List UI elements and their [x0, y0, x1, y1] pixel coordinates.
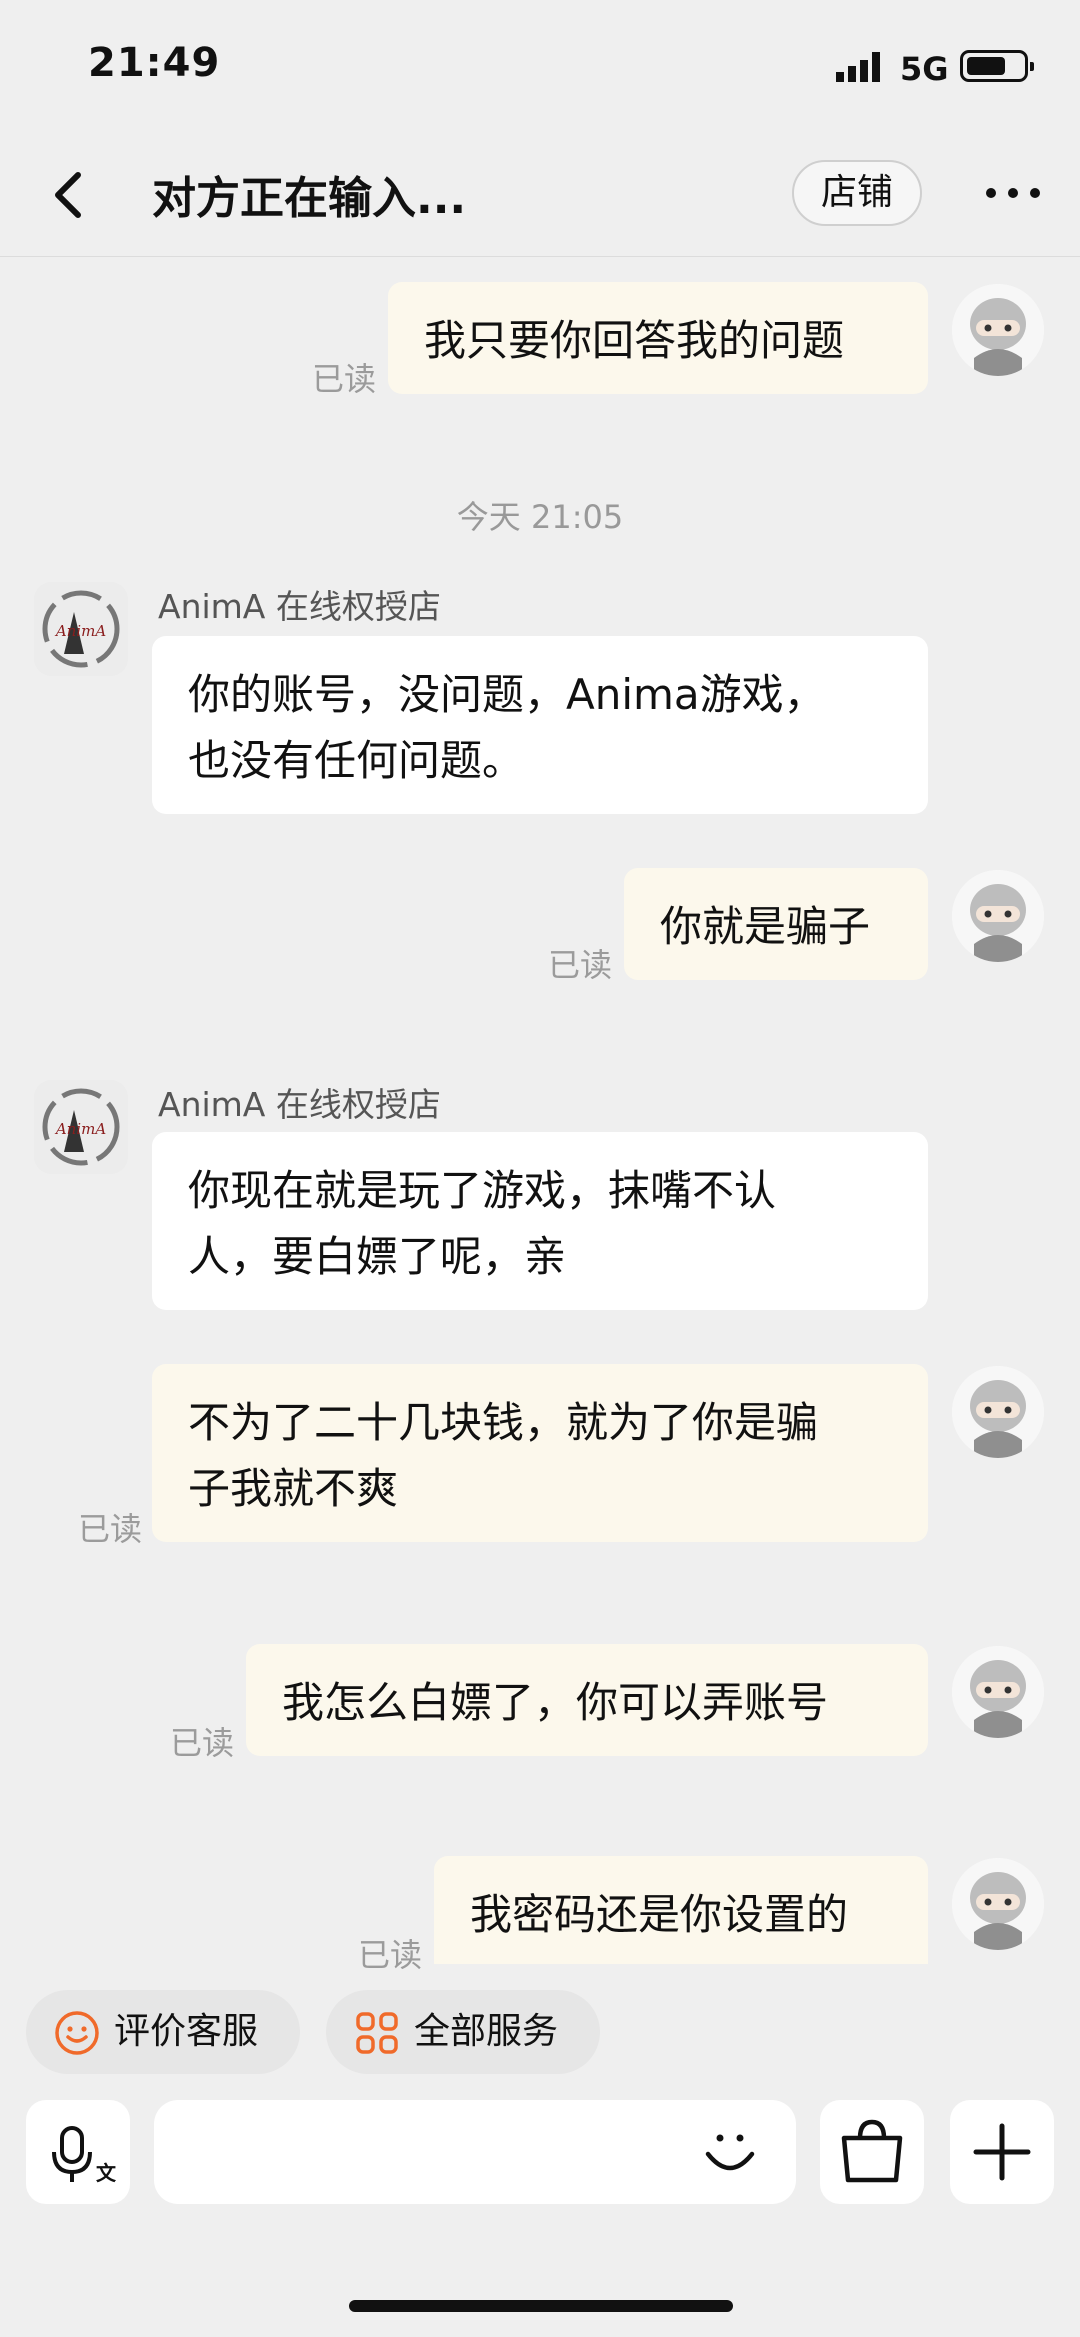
message-bubble-mine[interactable]: 我密码还是你设置的	[434, 1856, 928, 1964]
read-receipt: 已读	[170, 1724, 235, 1762]
shop-logo-icon: AnimA	[34, 582, 128, 676]
message-text: 你就是骗子	[660, 902, 871, 951]
shop-name: AnimA 在线权授店	[158, 1085, 441, 1124]
message-line: 你的账号，没问题，Anima游戏，	[188, 670, 826, 719]
network-type: 5G	[900, 50, 949, 88]
read-receipt: 已读	[358, 1936, 423, 1974]
emoji-icon[interactable]	[700, 2122, 760, 2182]
shop-avatar[interactable]: AnimA	[34, 1080, 128, 1174]
message-line: 你现在就是玩了游戏，抹嘴不认	[188, 1166, 777, 1215]
message-line: 子我就不爽	[188, 1464, 399, 1513]
message-text: 我密码还是你设置的	[470, 1890, 849, 1939]
message-text: 我只要你回答我的问题	[424, 316, 845, 365]
ninja-avatar-icon	[952, 1366, 1044, 1458]
battery-icon	[960, 50, 1034, 82]
message-bubble-mine[interactable]: 我只要你回答我的问题	[388, 282, 928, 394]
message-bubble-mine[interactable]: 你就是骗子	[624, 868, 928, 980]
smile-icon	[55, 2011, 99, 2055]
message-line: 也没有任何问题。	[188, 736, 525, 785]
plus-icon	[973, 2123, 1031, 2181]
shop-logo-icon: AnimA	[34, 1080, 128, 1174]
ninja-avatar-icon	[952, 284, 1044, 376]
shop-logo-text: AnimA	[54, 622, 107, 640]
message-bubble-mine[interactable]: 我怎么白嫖了，你可以弄账号	[246, 1644, 928, 1756]
read-receipt: 已读	[312, 360, 377, 398]
message-bubble-shop[interactable]: 你现在就是玩了游戏，抹嘴不认 人，要白嫖了呢，亲	[152, 1132, 928, 1310]
status-time: 21:49	[88, 40, 221, 86]
chat-title: 对方正在输入...	[152, 173, 467, 224]
user-avatar[interactable]	[952, 870, 1044, 962]
header-divider	[0, 256, 1080, 257]
read-receipt: 已读	[548, 946, 613, 984]
read-receipt: 已读	[78, 1510, 143, 1548]
voice-input-button[interactable]: 文	[26, 2100, 130, 2204]
user-avatar[interactable]	[952, 1366, 1044, 1458]
ninja-avatar-icon	[952, 1858, 1044, 1950]
grid-icon	[356, 2012, 398, 2054]
shop-avatar[interactable]: AnimA	[34, 582, 128, 676]
shop-button[interactable]: 店铺	[792, 160, 922, 226]
message-bubble-mine[interactable]: 不为了二十几块钱，就为了你是骗 子我就不爽	[152, 1364, 928, 1542]
shop-logo-text: AnimA	[54, 1120, 107, 1138]
more-icon[interactable]	[985, 178, 1041, 208]
product-bag-button[interactable]	[820, 2100, 924, 2204]
back-icon[interactable]	[40, 165, 100, 225]
message-bubble-shop[interactable]: 你的账号，没问题，Anima游戏， 也没有任何问题。	[152, 636, 928, 814]
user-avatar[interactable]	[952, 1858, 1044, 1950]
message-text: 我怎么白嫖了，你可以弄账号	[282, 1678, 829, 1727]
ninja-avatar-icon	[952, 870, 1044, 962]
all-services-button[interactable]: 全部服务	[326, 1990, 600, 2074]
shopping-bag-icon	[841, 2119, 903, 2183]
signal-icon	[836, 52, 880, 82]
date-divider: 今天 21:05	[456, 498, 624, 536]
microphone-icon: 文	[52, 2126, 117, 2185]
home-indicator[interactable]	[349, 2300, 733, 2312]
shop-name: AnimA 在线权授店	[158, 587, 441, 626]
user-avatar[interactable]	[952, 1646, 1044, 1738]
message-input[interactable]	[154, 2100, 796, 2204]
more-options-button[interactable]	[950, 2100, 1054, 2204]
ninja-avatar-icon	[952, 1646, 1044, 1738]
quick-action-label: 评价客服	[114, 2011, 259, 2052]
user-avatar[interactable]	[952, 284, 1044, 376]
svg-text:文: 文	[96, 2161, 117, 2185]
message-line: 不为了二十几块钱，就为了你是骗	[188, 1398, 819, 1447]
message-line: 人，要白嫖了呢，亲	[188, 1232, 567, 1281]
quick-action-label: 全部服务	[414, 2011, 559, 2052]
rate-service-button[interactable]: 评价客服	[26, 1990, 300, 2074]
